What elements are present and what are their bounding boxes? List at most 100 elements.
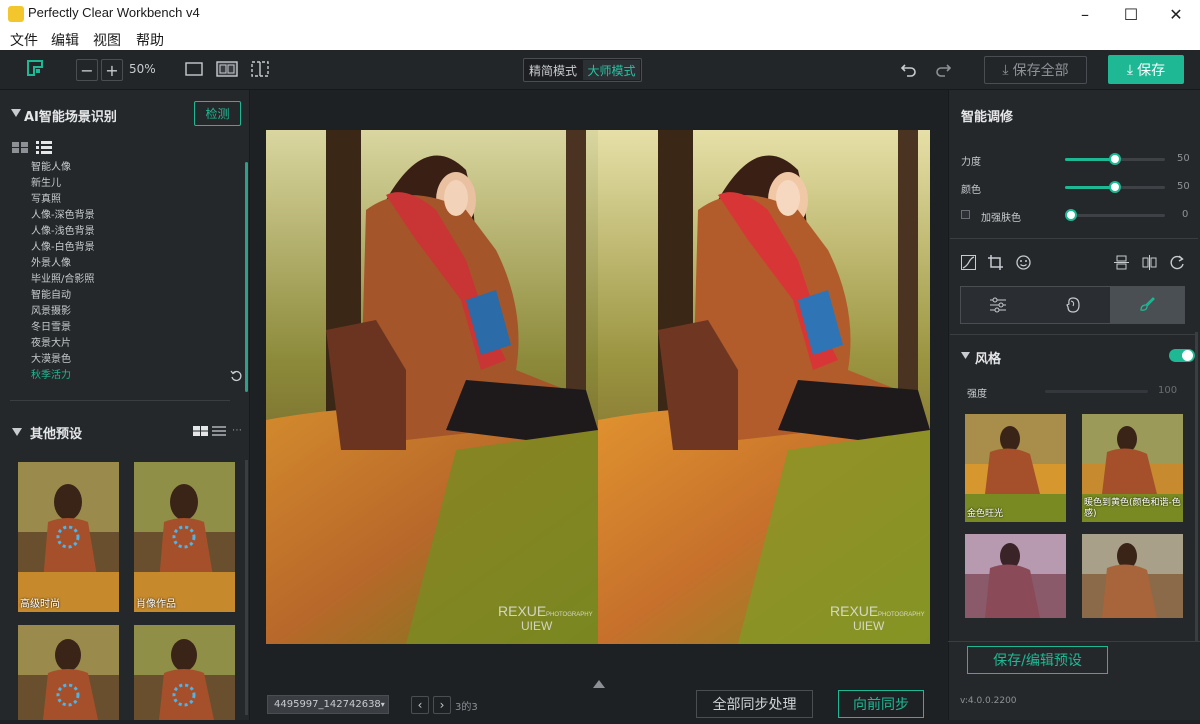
strength-slider-handle[interactable] [1109, 153, 1121, 165]
split-view-icon[interactable] [216, 61, 238, 77]
sync-forward-button[interactable]: 向前同步 [838, 690, 924, 718]
style-toggle-knob [1182, 350, 1193, 361]
scene-item[interactable]: 智能自动 [31, 288, 71, 304]
sync-all-button[interactable]: 全部同步处理 [696, 690, 813, 718]
color-slider-handle[interactable] [1109, 181, 1121, 193]
save-all-icon: ⤓ [1002, 62, 1009, 78]
preset-thumbnail[interactable]: 高级时尚 [18, 462, 119, 612]
style-thumbnail-image [1082, 534, 1183, 618]
compare-view-icon[interactable] [251, 61, 269, 77]
svg-text:REXUE: REXUE [830, 603, 878, 619]
single-view-icon[interactable] [185, 62, 203, 76]
scene-item[interactable]: 新生儿 [31, 176, 61, 192]
scene-item[interactable]: 夜景大片 [31, 336, 71, 352]
more-icon[interactable]: ⋯ [232, 425, 242, 436]
scene-item[interactable]: 人像-白色背景 [31, 240, 95, 256]
next-image-button[interactable]: › [433, 696, 451, 714]
brush-icon [1140, 297, 1155, 311]
portrait-icon [1065, 297, 1080, 313]
mode-switch: 精简模式 大师模式 [523, 58, 642, 82]
expand-filmstrip-icon[interactable] [593, 680, 605, 688]
face-icon[interactable] [1016, 255, 1031, 270]
collapse-triangle-icon[interactable] [11, 109, 21, 117]
zoom-in-button[interactable]: + [101, 59, 123, 81]
close-button[interactable]: ✕ [1153, 0, 1199, 28]
preset-image [18, 462, 119, 612]
after-photo-image: REXUE PHOTOGRAPHY UIEW [598, 130, 930, 644]
skin-value: 0 [1182, 209, 1189, 220]
file-name-select[interactable]: 4495997_142742638 ▾ [267, 695, 389, 714]
style-strength-label: 强度 [967, 389, 987, 400]
mode-simple-button[interactable]: 精简模式 [525, 60, 581, 80]
collapse-triangle-icon[interactable] [12, 428, 22, 436]
tab-style-active[interactable] [1110, 287, 1184, 323]
rotate-icon[interactable] [1170, 255, 1185, 270]
reset-icon[interactable] [230, 370, 242, 382]
scene-item[interactable]: 人像-浅色背景 [31, 224, 95, 240]
skin-slider-handle[interactable] [1065, 209, 1077, 221]
skin-slider-track[interactable] [1065, 214, 1165, 217]
divider [10, 400, 230, 401]
undo-icon[interactable] [900, 61, 918, 77]
after-photo[interactable]: REXUE PHOTOGRAPHY UIEW [598, 130, 930, 644]
skin-enhance-label: 加强肤色 [981, 213, 1021, 224]
list-view-icon[interactable] [212, 426, 226, 436]
menu-edit[interactable]: 编辑 [51, 30, 79, 50]
menu-view[interactable]: 视图 [93, 30, 121, 50]
scene-list-scrollbar[interactable] [245, 162, 248, 392]
menu-bar [0, 28, 1200, 50]
style-thumbnail[interactable]: 暖色到黄色(颜色和谐-色感) [1082, 414, 1183, 522]
previous-image-button[interactable]: ‹ [411, 696, 429, 714]
save-button[interactable]: ⤓ 保存 [1108, 55, 1184, 84]
grid-view-icon[interactable] [12, 142, 28, 153]
scene-item[interactable]: 写真照 [31, 192, 61, 208]
detect-button[interactable]: 检测 [194, 101, 241, 126]
style-thumbnail[interactable] [965, 534, 1066, 618]
save-icon: ⤓ [1126, 61, 1134, 78]
crop-icon[interactable] [988, 255, 1003, 270]
before-photo[interactable]: REXUE PHOTOGRAPHY UIEW [266, 130, 598, 644]
flip-horizontal-icon[interactable] [1142, 255, 1157, 270]
style-thumbnail-image [965, 414, 1066, 522]
scene-item[interactable]: 外景人像 [31, 256, 71, 272]
curve-icon[interactable] [961, 255, 976, 270]
save-all-button[interactable]: ⤓ 保存全部 [984, 56, 1087, 84]
svg-text:REXUE: REXUE [498, 603, 546, 619]
flip-vertical-icon[interactable] [1114, 255, 1129, 270]
scene-item-active[interactable]: 秋季活力 [31, 368, 71, 384]
redo-icon[interactable] [934, 61, 952, 77]
right-panel [948, 90, 1200, 720]
maximize-button[interactable]: ☐ [1108, 0, 1154, 28]
style-thumbnail[interactable] [1082, 534, 1183, 618]
zoom-level: 50% [129, 62, 156, 76]
scene-item[interactable]: 风景摄影 [31, 304, 71, 320]
preset-thumbnail[interactable] [134, 625, 235, 720]
list-view-icon[interactable] [36, 141, 52, 154]
scene-item[interactable]: 人像-深色背景 [31, 208, 95, 224]
skin-enhance-checkbox[interactable] [961, 210, 970, 219]
preset-scrollbar[interactable] [245, 460, 248, 715]
right-panel-scrollbar[interactable] [1195, 332, 1198, 642]
menu-file[interactable]: 文件 [10, 30, 38, 50]
style-section-title: 风格 [975, 352, 1002, 367]
preset-thumbnail[interactable]: 肖像作品 [134, 462, 235, 612]
style-strength-value: 100 [1158, 385, 1178, 396]
minimize-button[interactable]: – [1062, 0, 1108, 28]
save-edit-preset-button[interactable]: 保存/编辑预设 [967, 646, 1108, 674]
strength-slider-fill [1065, 158, 1115, 161]
tab-adjust[interactable] [961, 287, 1035, 323]
tab-retouch[interactable] [1035, 287, 1110, 323]
strength-value: 50 [1177, 153, 1190, 164]
zoom-out-button[interactable]: − [76, 59, 98, 81]
scene-item[interactable]: 智能人像 [31, 160, 71, 176]
mode-master-button[interactable]: 大师模式 [583, 60, 640, 80]
menu-help[interactable]: 帮助 [136, 30, 164, 50]
style-thumbnail[interactable]: 金色旺光 [965, 414, 1066, 522]
preset-thumbnail[interactable] [18, 625, 119, 720]
scene-item[interactable]: 毕业照/合影照 [31, 272, 94, 288]
style-strength-track[interactable] [1045, 390, 1148, 393]
scene-item[interactable]: 冬日雪景 [31, 320, 71, 336]
scene-item[interactable]: 大漠景色 [31, 352, 71, 368]
collapse-triangle-icon[interactable] [961, 352, 970, 359]
grid-view-icon[interactable] [193, 426, 208, 436]
